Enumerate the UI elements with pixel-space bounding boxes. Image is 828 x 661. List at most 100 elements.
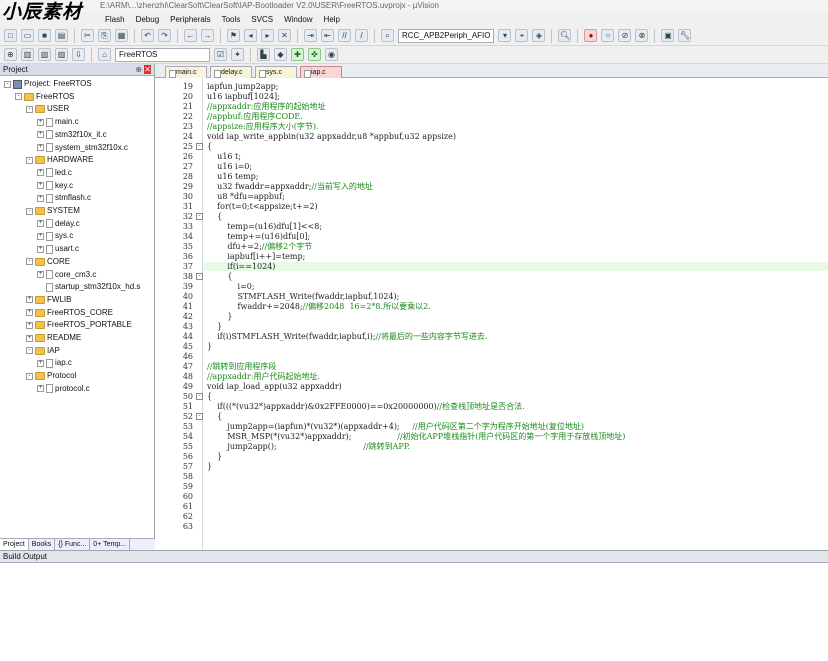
expand-icon[interactable]: + bbox=[37, 194, 44, 202]
code-editor[interactable]: main.c delay.c sys.c iap.c 19 20 21 22 23 24 25-2… bbox=[155, 64, 828, 550]
select-packs-icon[interactable]: ◉ bbox=[325, 48, 338, 61]
configure-icon[interactable]: 🔧︎ bbox=[678, 29, 692, 42]
tree-item[interactable]: + delay.c bbox=[37, 218, 80, 230]
uncomment-icon[interactable]: / bbox=[355, 29, 368, 42]
fold-toggle-icon[interactable]: - bbox=[196, 393, 203, 400]
panel-tab[interactable]: {} Func... bbox=[55, 539, 91, 550]
tree-item[interactable]: + core_cm3.c bbox=[37, 269, 96, 281]
undo-icon[interactable]: ↶ bbox=[141, 29, 154, 42]
expand-icon[interactable]: + bbox=[37, 182, 44, 190]
expand-icon[interactable]: + bbox=[37, 144, 44, 151]
tree-item[interactable]: + stm32f10x_it.c bbox=[37, 129, 107, 141]
tree-item[interactable]: + led.c bbox=[37, 167, 72, 179]
download-icon[interactable]: ⇩ bbox=[72, 48, 85, 61]
panel-tab[interactable]: 0+ Temp... bbox=[90, 539, 131, 550]
indent-icon[interactable]: ⇥ bbox=[304, 29, 317, 42]
tree-item[interactable]: - Project: FreeRTOS bbox=[4, 78, 92, 90]
expand-icon[interactable]: + bbox=[37, 385, 44, 393]
tree-item[interactable]: + FWLIB bbox=[26, 294, 71, 306]
target-select[interactable]: FreeRTOS bbox=[115, 47, 210, 62]
breakpoint-clear-icon[interactable]: ⊗ bbox=[635, 29, 649, 42]
manage-components-icon[interactable]: ◆ bbox=[274, 48, 287, 61]
fold-toggle-icon[interactable]: - bbox=[196, 273, 203, 280]
menu-item-svcs[interactable]: SVCS bbox=[251, 15, 273, 24]
nav-forward-icon[interactable]: → bbox=[201, 29, 214, 42]
breakpoint-icon[interactable]: ○ bbox=[601, 29, 615, 42]
bookmark-next-icon[interactable]: ▸ bbox=[261, 29, 274, 42]
collapse-icon[interactable]: - bbox=[26, 156, 33, 164]
tree-item[interactable]: + system_stm32f10x.c bbox=[37, 142, 128, 154]
debug-start-icon[interactable]: ● bbox=[584, 29, 598, 42]
menu-item-window[interactable]: Window bbox=[284, 15, 312, 24]
browse-icon[interactable]: ◈ bbox=[532, 29, 546, 42]
expand-icon[interactable]: + bbox=[37, 232, 44, 240]
rebuild-icon[interactable]: ▧ bbox=[38, 48, 51, 61]
file-extensions-icon[interactable]: ▙ bbox=[257, 48, 270, 61]
tree-item[interactable]: - FreeRTOS bbox=[15, 91, 74, 103]
expand-icon[interactable]: + bbox=[26, 334, 33, 342]
bookmark-icon[interactable]: ⚑ bbox=[227, 29, 240, 42]
collapse-icon[interactable]: - bbox=[26, 347, 33, 355]
build-icon[interactable]: ▥ bbox=[21, 48, 34, 61]
pin-icon[interactable]: ⊕ bbox=[135, 65, 142, 74]
target-icon[interactable]: ⌂ bbox=[98, 48, 111, 61]
code-area[interactable]: iapfun jump2app; u16 iapbuf[1024];//appxa… bbox=[203, 78, 828, 550]
fold-toggle-icon[interactable]: - bbox=[196, 143, 203, 150]
tree-item[interactable]: - CORE bbox=[26, 256, 70, 268]
find-in-files-icon[interactable]: ⌕ bbox=[381, 29, 394, 42]
new-file-icon[interactable]: □ bbox=[4, 29, 17, 42]
tree-item[interactable]: - USER bbox=[26, 103, 69, 115]
editor-tab[interactable]: iap.c bbox=[300, 66, 342, 78]
target-options-icon[interactable]: ☑ bbox=[214, 48, 227, 61]
collapse-icon[interactable]: - bbox=[26, 372, 33, 380]
menu-item-tools[interactable]: Tools bbox=[222, 15, 241, 24]
menu-item-flash[interactable]: Flash bbox=[105, 15, 125, 24]
tree-item[interactable]: + main.c bbox=[37, 116, 79, 128]
menu-item-help[interactable]: Help bbox=[324, 15, 340, 24]
target-wand-icon[interactable]: ✦ bbox=[231, 48, 244, 61]
pack-installer-icon[interactable]: ✚ bbox=[291, 48, 304, 61]
bookmark-prev-icon[interactable]: ◂ bbox=[244, 29, 257, 42]
tree-item[interactable]: + protocol.c bbox=[37, 383, 90, 395]
expand-icon[interactable]: + bbox=[26, 296, 33, 304]
expand-icon[interactable]: + bbox=[37, 131, 44, 139]
collapse-icon[interactable]: - bbox=[4, 80, 11, 88]
panel-tab[interactable]: Project bbox=[0, 539, 29, 550]
fold-toggle-icon[interactable]: - bbox=[196, 413, 203, 420]
collapse-icon[interactable]: - bbox=[15, 93, 22, 101]
unindent-icon[interactable]: ⇤ bbox=[321, 29, 334, 42]
editor-tab[interactable]: delay.c bbox=[210, 66, 252, 78]
expand-icon[interactable]: + bbox=[26, 321, 33, 329]
tree-item[interactable]: - Protocol bbox=[26, 370, 76, 382]
tree-item[interactable]: - HARDWARE bbox=[26, 154, 93, 166]
expand-icon[interactable]: + bbox=[37, 271, 44, 278]
tree-item[interactable]: + key.c bbox=[37, 180, 73, 192]
fold-toggle-icon[interactable]: - bbox=[196, 213, 203, 220]
translate-icon[interactable]: ⊕ bbox=[4, 48, 17, 61]
tree-item[interactable]: + sys.c bbox=[37, 230, 73, 242]
cut-icon[interactable]: ✂ bbox=[81, 29, 94, 42]
expand-icon[interactable]: + bbox=[37, 169, 44, 177]
paste-icon[interactable]: ▦ bbox=[115, 29, 128, 42]
collapse-icon[interactable]: - bbox=[26, 207, 33, 215]
nav-back-icon[interactable]: ← bbox=[184, 29, 197, 42]
save-icon[interactable]: ■ bbox=[38, 29, 51, 42]
tree-item[interactable]: - SYSTEM bbox=[26, 205, 80, 217]
copy-icon[interactable]: ⎘ bbox=[98, 29, 111, 42]
collapse-icon[interactable]: - bbox=[26, 105, 33, 113]
incremental-find-icon[interactable]: ⌖ bbox=[515, 29, 529, 42]
editor-tab[interactable]: sys.c bbox=[255, 66, 297, 78]
menu-item-debug[interactable]: Debug bbox=[136, 15, 160, 24]
tree-item[interactable]: + stmflash.c bbox=[37, 192, 91, 204]
expand-icon[interactable]: + bbox=[26, 309, 33, 317]
find-icon[interactable]: ▾ bbox=[498, 29, 512, 42]
expand-icon[interactable]: + bbox=[37, 118, 44, 126]
open-folder-icon[interactable]: ▭ bbox=[21, 29, 34, 42]
tree-item[interactable]: + FreeRTOS_PORTABLE bbox=[26, 319, 132, 331]
batch-build-icon[interactable]: ▨ bbox=[55, 48, 68, 61]
collapse-icon[interactable]: - bbox=[26, 258, 33, 266]
tree-item[interactable]: + README bbox=[26, 332, 81, 344]
tree-item[interactable]: + iap.c bbox=[37, 357, 72, 369]
tree-item[interactable]: + FreeRTOS_CORE bbox=[26, 307, 113, 319]
redo-icon[interactable]: ↷ bbox=[158, 29, 171, 42]
